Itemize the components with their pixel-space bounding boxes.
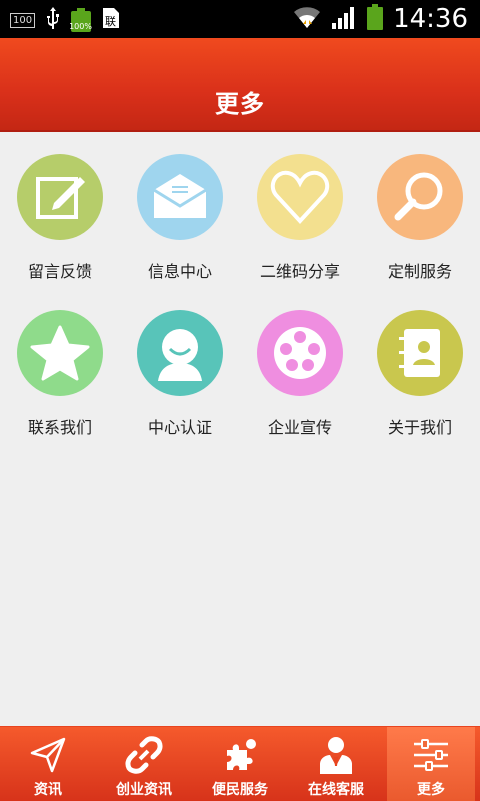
nav-item-more[interactable]: 更多 [387,727,475,801]
grid-item-about-us[interactable]: 关于我们 [360,310,480,438]
wifi-icon [293,4,321,34]
puzzle-icon [192,733,288,777]
grid-item-label: 留言反馈 [27,262,92,281]
nav-label: 在线客服 [308,782,364,798]
nav-item-online-service[interactable]: 在线客服 [288,727,384,801]
sliders-icon [387,733,475,777]
nav-label: 更多 [417,782,445,798]
battery-full-icon [367,4,384,34]
clock: 14:36 [393,4,468,34]
link-icon [96,733,192,777]
storage-indicator: 100 [10,12,36,28]
user-icon [137,310,223,396]
grid-item-info-center[interactable]: 信息中心 [120,154,240,282]
grid-item-label: 中心认证 [147,418,212,437]
page-title: 更多 [215,90,265,118]
nav-item-news[interactable]: 资讯 [0,727,96,801]
edit-note-icon [17,154,103,240]
battery-icon: 100% [69,8,92,32]
star-icon [17,310,103,396]
grid-item-label: 信息中心 [147,262,212,281]
bottom-nav: 资讯 创业资讯 便民服务 在线客服 更多 [0,726,480,801]
grid-item-custom-service[interactable]: 定制服务 [360,154,480,282]
grid-item-promotion[interactable]: 企业宣传 [240,310,360,438]
status-bar: 100 100% 联 14:36 [0,0,480,38]
grid-item-qr-share[interactable]: 二维码分享 [240,154,360,282]
service-person-icon [288,733,384,777]
mail-icon [137,154,223,240]
grid-item-label: 企业宣传 [267,418,332,437]
grid-item-label: 联系我们 [27,418,92,437]
grid-item-feedback[interactable]: 留言反馈 [0,154,120,282]
nav-label: 资讯 [34,782,62,798]
paper-plane-icon [0,733,96,777]
svg-text:联: 联 [105,15,116,28]
grid-item-label: 关于我们 [387,418,452,437]
usb-icon [45,6,61,34]
magnifier-icon [377,154,463,240]
nav-label: 创业资讯 [116,782,172,798]
app-header: 更多 [0,38,480,132]
sim-icon: 联 [101,6,121,34]
nav-item-startup-news[interactable]: 创业资讯 [96,727,192,801]
grid-item-label: 定制服务 [387,262,452,281]
nav-label: 便民服务 [212,782,268,798]
signal-icon [331,5,357,33]
grid-item-certification[interactable]: 中心认证 [120,310,240,438]
grid-item-label: 二维码分享 [259,262,340,281]
grid-item-contact-us[interactable]: 联系我们 [0,310,120,438]
nav-item-convenience[interactable]: 便民服务 [192,727,288,801]
heart-icon [257,154,343,240]
contact-book-icon [377,310,463,396]
film-reel-icon [257,310,343,396]
